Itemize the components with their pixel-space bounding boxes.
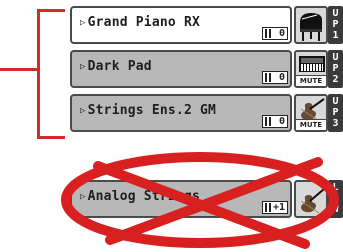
octave-indicator: 0 bbox=[262, 71, 288, 84]
grand-piano-icon bbox=[300, 13, 322, 41]
track-upper-3-slot[interactable]: ▷ Strings Ens.2 GM 0 bbox=[70, 94, 292, 132]
octave-indicator: 0 bbox=[262, 27, 288, 40]
mute-label: MUTE bbox=[296, 119, 326, 130]
track-upper-2-slot[interactable]: ▷ Dark Pad 0 bbox=[70, 50, 292, 88]
play-triangle-icon: ▷ bbox=[80, 18, 86, 28]
play-triangle-icon: ▷ bbox=[80, 106, 86, 116]
track-upper-1-slot[interactable]: ▷ Grand Piano RX 0 bbox=[70, 6, 292, 44]
synth-keyboard-icon bbox=[299, 56, 325, 72]
track-upper-2-icon[interactable]: MUTE bbox=[294, 50, 328, 88]
track-upper-3-tag: UP3 bbox=[328, 94, 343, 132]
track-upper-1-icon[interactable] bbox=[294, 6, 328, 44]
octave-bars-icon bbox=[265, 29, 274, 38]
octave-indicator: 0 bbox=[262, 115, 288, 128]
track-name: ▷ Grand Piano RX bbox=[80, 15, 200, 30]
octave-bars-icon bbox=[265, 73, 274, 82]
track-upper-1-tag: UP1 bbox=[328, 6, 343, 44]
track-lower-icon[interactable] bbox=[294, 180, 328, 218]
play-triangle-icon: ▷ bbox=[80, 192, 86, 202]
play-triangle-icon: ▷ bbox=[80, 62, 86, 72]
mute-label: MUTE bbox=[296, 75, 326, 86]
track-lower-tag: LOW bbox=[328, 180, 343, 218]
upper-tracks-bracket bbox=[0, 0, 70, 160]
violin-icon bbox=[300, 188, 325, 214]
track-lower-slot[interactable]: ▷ Analog Strings +1 bbox=[70, 180, 292, 218]
track-upper-2-tag: UP2 bbox=[328, 50, 343, 88]
track-name: ▷ Strings Ens.2 GM bbox=[80, 103, 217, 118]
octave-indicator: +1 bbox=[262, 201, 288, 214]
track-upper-3-icon[interactable]: MUTE bbox=[294, 94, 328, 132]
octave-bars-icon bbox=[265, 117, 274, 126]
track-name: ▷ Analog Strings bbox=[80, 189, 200, 204]
track-name: ▷ Dark Pad bbox=[80, 59, 152, 74]
